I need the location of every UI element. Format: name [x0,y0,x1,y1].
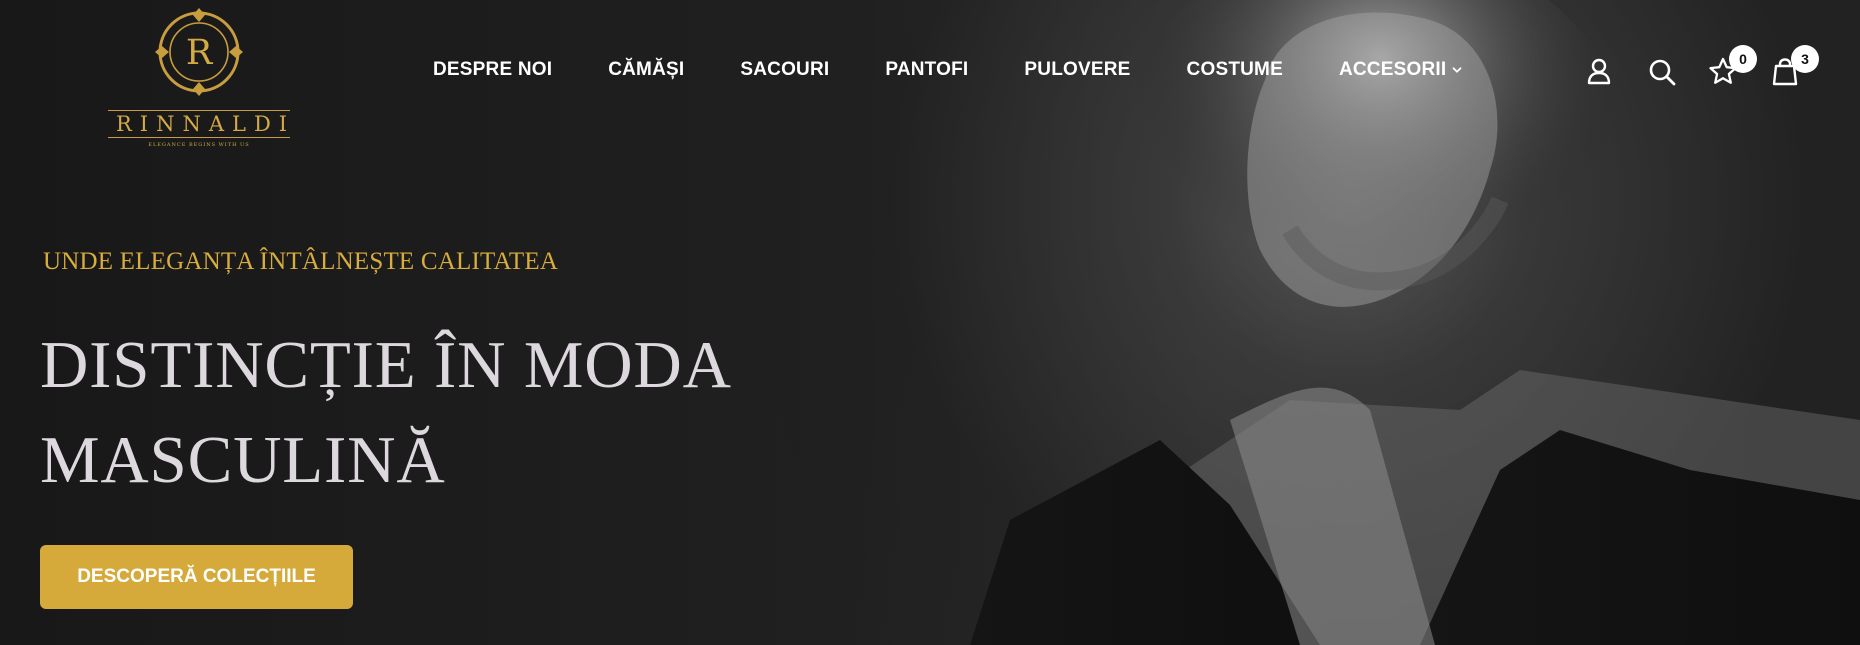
nav-item-label: SACOURI [740,59,830,80]
header-actions: 0 3 [1583,45,1833,100]
logo-tagline: ELEGANCE BEGINS WITH US [148,142,250,148]
nav-item-costume[interactable]: COSTUME [1187,59,1283,81]
hero-kicker: UNDE ELEGANȚA ÎNTÂLNEȘTE CALITATEA [43,248,559,275]
hero-headline: DISTINCȚIE ÎN MODA MASCULINĂ [40,318,800,508]
wishlist-count-badge: 0 [1729,45,1757,73]
nav-item-label: CĂMĂȘI [608,59,685,80]
nav-item-label: ACCESORII [1338,59,1447,80]
user-icon[interactable] [1583,56,1615,88]
discover-collections-button[interactable]: DESCOPERĂ COLECȚIILE [40,545,353,609]
chevron-down-icon [1452,67,1462,73]
nav-item-despre-noi[interactable]: DESPRE NOI [433,59,552,81]
logo-monogram: R [186,33,214,73]
nav-item-label: DESPRE NOI [433,59,553,80]
hero-headline-line-2: MASCULINĂ [40,423,446,497]
search-icon[interactable] [1646,56,1678,88]
cart-count-badge: 3 [1791,45,1819,73]
site-header: R RINNALDI ELEGANCE BEGINS WITH US DESPR… [0,0,1860,150]
logo-emblem-icon: R [155,8,243,96]
main-navigation: DESPRE NOI CĂMĂȘI SACOURI PANTOFI PULOVE… [433,58,1462,82]
nav-item-label: PANTOFI [885,59,969,80]
brand-logo[interactable]: R RINNALDI ELEGANCE BEGINS WITH US [108,6,290,148]
nav-item-pulovere[interactable]: PULOVERE [1024,59,1130,81]
nav-item-accesorii[interactable]: ACCESORII [1339,59,1462,81]
hero-banner: R RINNALDI ELEGANCE BEGINS WITH US DESPR… [0,0,1860,645]
logo-wordmark: RINNALDI [108,110,290,138]
nav-item-camasi[interactable]: CĂMĂȘI [608,59,684,81]
nav-item-pantofi[interactable]: PANTOFI [885,59,968,81]
nav-item-label: COSTUME [1186,59,1283,80]
nav-item-label: PULOVERE [1024,59,1131,80]
nav-item-sacouri[interactable]: SACOURI [740,59,829,81]
hero-headline-line-1: DISTINCȚIE ÎN MODA [40,328,732,402]
